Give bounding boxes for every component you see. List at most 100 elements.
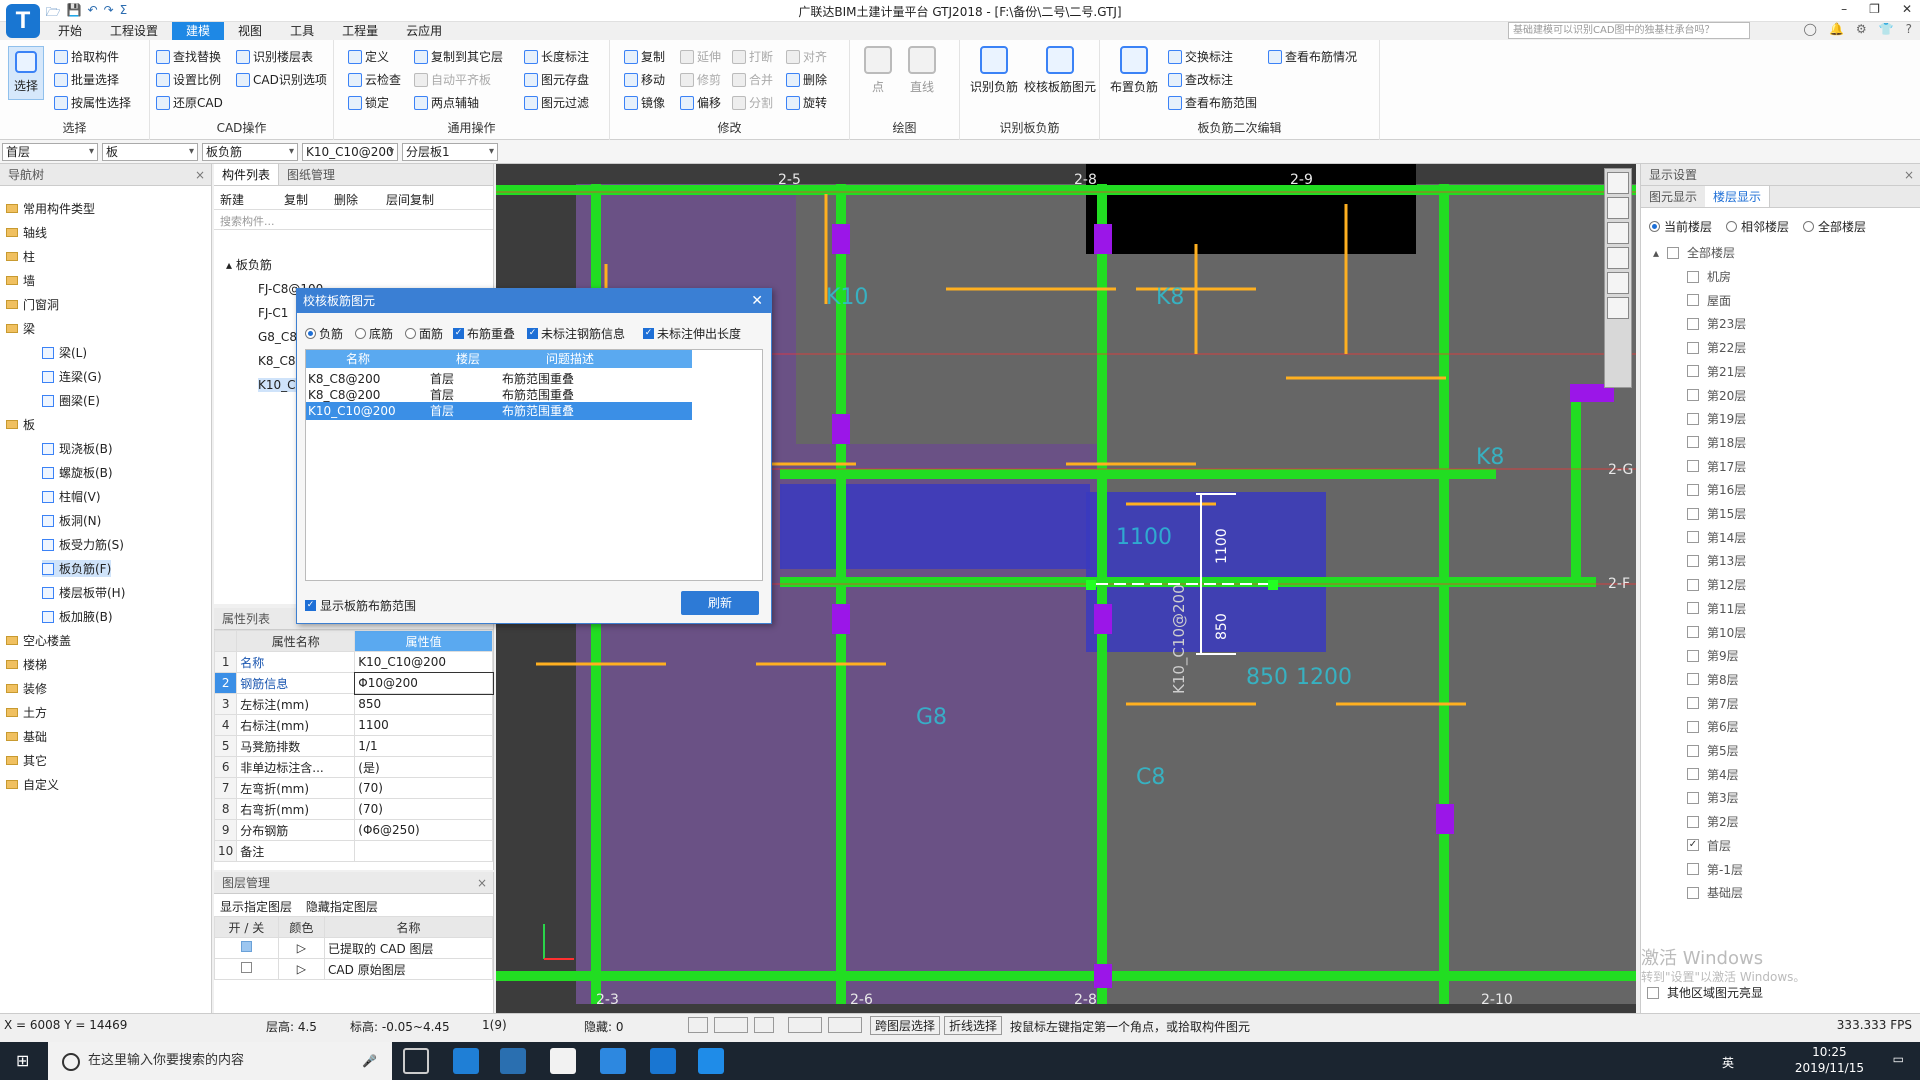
help-icon[interactable]: ? (1906, 22, 1912, 36)
all-floors-checkbox[interactable]: ▴ 全部楼层 (1653, 244, 1735, 261)
nav-tree-item[interactable]: 板负筋(F) (42, 560, 112, 577)
floor-select[interactable]: 首层 (2, 143, 98, 161)
view-list-icon[interactable] (1607, 297, 1629, 319)
floor-checkbox[interactable]: 第7层 (1687, 695, 1739, 712)
store-icon[interactable] (500, 1048, 526, 1074)
floor-checkbox[interactable]: 第15层 (1687, 505, 1746, 522)
settings-icon[interactable]: ⚙ (1856, 22, 1867, 36)
orbit-icon[interactable] (1607, 172, 1629, 194)
refresh-button[interactable]: 刷新 (681, 591, 759, 615)
view-top-icon[interactable] (1607, 222, 1629, 244)
new-component-button[interactable]: 新建 (220, 191, 244, 208)
floor-checkbox[interactable]: 第14层 (1687, 529, 1746, 546)
type-select[interactable]: 板负筋 (202, 143, 298, 161)
tab-component-list[interactable]: 构件列表 (214, 164, 280, 185)
auto-align-slab-button[interactable]: 自动平齐板 (414, 71, 491, 88)
close-icon[interactable]: × (195, 164, 205, 186)
layer-slab-select[interactable]: 分层板1 (402, 143, 498, 161)
radio-bottom[interactable]: 底筋 (355, 325, 393, 342)
floor-checkbox[interactable]: 屋面 (1687, 292, 1731, 309)
component-item[interactable]: K8_C8 (258, 354, 296, 368)
tab-tools[interactable]: 工具 (276, 22, 328, 40)
user-icon[interactable]: ◯ (1804, 22, 1817, 36)
edit-label-button[interactable]: 查改标注 (1168, 71, 1233, 88)
table-row[interactable]: ▷ 已提取的 CAD 图层 (214, 937, 493, 959)
check-overlap[interactable]: ✓ 布筋重叠 (453, 325, 515, 342)
close-button[interactable]: ✕ (1902, 2, 1912, 16)
component-item[interactable]: K10_C (258, 378, 296, 392)
tab-floor-display[interactable]: 楼层显示 (1705, 186, 1771, 207)
swap-label-button[interactable]: 交换标注 (1168, 48, 1233, 65)
view-rebar-range-button[interactable]: 查看布筋范围 (1168, 94, 1257, 111)
floor-copy-button[interactable]: 层间复制 (386, 191, 434, 208)
radio-current-floor[interactable]: 当前楼层 (1649, 218, 1712, 235)
floor-checkbox[interactable]: 第5层 (1687, 742, 1739, 759)
table-row[interactable]: 9 分布钢筋 (Φ6@250) (213, 819, 493, 841)
table-row[interactable]: 3 左标注(mm) 850 (213, 693, 493, 715)
gtj-app-icon[interactable] (650, 1048, 676, 1074)
nav-tree-item[interactable]: 楼层板带(H) (42, 584, 125, 601)
tab-modeling[interactable]: 建模 (172, 22, 225, 40)
radio-all-floors[interactable]: 全部楼层 (1803, 218, 1866, 235)
find-replace-button[interactable]: 查找替换 (156, 48, 221, 65)
table-row[interactable]: 7 左弯折(mm) (70) (213, 777, 493, 799)
offset-button[interactable]: 偏移 (680, 94, 721, 111)
nav-tree-item[interactable]: 基础 (6, 728, 47, 745)
delete-component-button[interactable]: 删除 (334, 191, 358, 208)
nav-tree-item[interactable]: 墙 (6, 272, 35, 289)
angle-icon[interactable] (788, 1017, 822, 1033)
help-search-input[interactable]: 基础建模可以识别CAD图中的独基柱承台吗？ (1508, 22, 1750, 39)
close-icon[interactable]: × (1904, 164, 1914, 186)
close-icon[interactable]: × (477, 872, 487, 894)
rotate-button[interactable]: 旋转 (786, 94, 827, 111)
table-row[interactable]: 2 钢筋信息 Φ10@200 (213, 671, 494, 695)
view-2d-icon[interactable] (1607, 197, 1629, 219)
table-row[interactable]: ▷ CAD 原始图层 (214, 958, 493, 980)
copy-button[interactable]: 复制 (624, 48, 665, 65)
merge-button[interactable]: 合并 (732, 71, 773, 88)
tab-view[interactable]: 视图 (224, 22, 276, 40)
nav-tree-item[interactable]: 板加腋(B) (42, 608, 113, 625)
floor-checkbox[interactable]: 第18层 (1687, 434, 1746, 451)
floor-checkbox[interactable]: 第23层 (1687, 315, 1746, 332)
nav-tree-item[interactable]: 柱 (6, 248, 35, 265)
align-button[interactable]: 对齐 (786, 48, 827, 65)
window-controls[interactable]: – ❐ ✕ (1841, 2, 1912, 16)
nav-tree-item[interactable]: 门窗洞 (6, 296, 59, 313)
view-rebar-status-button[interactable]: 查看布筋情况 (1268, 48, 1357, 65)
floor-checkbox[interactable]: 基础层 (1687, 884, 1743, 901)
identify-negative-rebar-button[interactable]: 识别负筋 (964, 46, 1024, 95)
identify-floor-table-button[interactable]: 识别楼层表 (236, 48, 313, 65)
tab-drawing-management[interactable]: 图纸管理 (279, 164, 343, 185)
tab-project-settings[interactable]: 工程设置 (96, 22, 172, 40)
floor-checkbox[interactable]: 第-1层 (1687, 861, 1743, 878)
nav-tree-item[interactable]: 轴线 (6, 224, 47, 241)
cad-options-button[interactable]: CAD识别选项 (236, 71, 327, 88)
table-row[interactable]: 6 非单边标注含... (是) (213, 756, 493, 778)
minimize-button[interactable]: – (1841, 2, 1847, 16)
select-button[interactable]: 选择 (8, 46, 44, 100)
task-view-icon[interactable] (403, 1048, 429, 1074)
lock-button[interactable]: 锁定 (348, 94, 389, 111)
nav-tree-item[interactable]: 柱帽(V) (42, 488, 101, 505)
check-no-rebar-info[interactable]: ✓ 未标注钢筋信息 (527, 325, 625, 342)
component-search-input[interactable]: 搜索构件... (214, 210, 493, 230)
component-select[interactable]: K10_C10@200 (302, 143, 398, 161)
table-row[interactable]: 1 名称 K10_C10@200 (213, 651, 493, 673)
ortho-icon[interactable] (688, 1017, 708, 1033)
app-logo[interactable]: T (6, 4, 40, 38)
copy-component-button[interactable]: 复制 (284, 191, 308, 208)
edge-icon[interactable] (453, 1048, 479, 1074)
nav-tree-item[interactable]: 梁(L) (42, 344, 87, 361)
taskbar-search-input[interactable]: 在这里输入你要搜索的内容 (48, 1042, 392, 1080)
floor-checkbox[interactable]: 第12层 (1687, 576, 1746, 593)
tab-start[interactable]: 开始 (44, 22, 96, 40)
microphone-icon[interactable]: 🎤 (362, 1054, 377, 1068)
check-slab-rebar-button[interactable]: 校核板筋图元 (1024, 46, 1096, 95)
split-button[interactable]: 分割 (732, 94, 773, 111)
select-by-property-button[interactable]: 按属性选择 (54, 94, 131, 111)
layer-toggle[interactable] (240, 962, 252, 973)
rotate-view-icon[interactable] (1607, 272, 1629, 294)
move-button[interactable]: 移动 (624, 71, 665, 88)
nav-tree-item[interactable]: 螺旋板(B) (42, 464, 113, 481)
